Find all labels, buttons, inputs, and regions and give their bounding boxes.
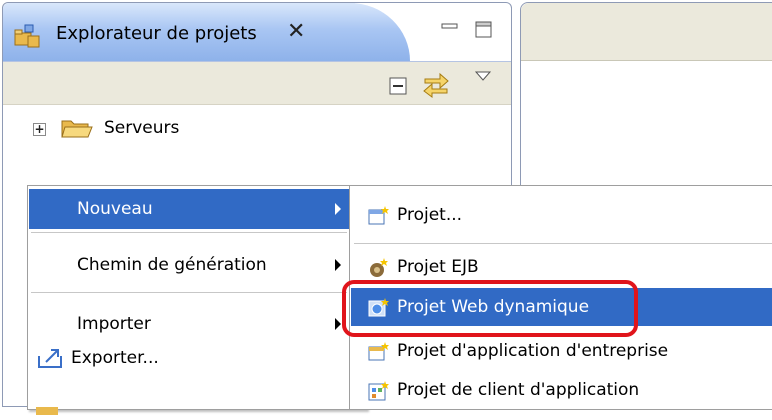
menu-item-label: Chemin de génération — [77, 255, 267, 275]
menu-separator — [31, 232, 347, 233]
next-item-icon — [34, 400, 62, 417]
context-menu: Nouveau Chemin de génération Importer Ex… — [27, 185, 367, 417]
submenu-item-label: Projet de client d'application — [397, 380, 640, 400]
highlight-annotation — [342, 280, 638, 337]
menu-separator — [31, 292, 347, 293]
new-project-icon — [368, 205, 389, 225]
menu-item-exporter[interactable]: Exporter... — [29, 338, 351, 378]
submenu-item-projet-application-entreprise[interactable]: Projet d'application d'entreprise — [351, 332, 772, 370]
project-explorer-icon — [14, 23, 42, 49]
editor-tab-bar — [521, 3, 772, 61]
tab-title: Explorateur de projets — [56, 23, 257, 44]
tree-expand-icon[interactable]: + — [33, 123, 46, 136]
menu-item-label: Nouveau — [77, 199, 153, 219]
close-icon[interactable]: ✕ — [287, 19, 305, 44]
menu-separator — [354, 243, 772, 244]
menu-item-chemin-de-generation[interactable]: Chemin de génération — [29, 245, 351, 285]
ejb-project-icon — [368, 257, 388, 277]
submenu-item-projet[interactable]: Projet... — [351, 196, 772, 234]
maximize-icon[interactable] — [474, 20, 494, 40]
submenu-arrow-icon — [335, 318, 341, 330]
submenu-arrow-icon — [335, 203, 341, 215]
submenu-item-label: Projet... — [397, 205, 463, 225]
folder-icon — [60, 116, 94, 140]
submenu-item-label: Projet d'application d'entreprise — [397, 341, 669, 361]
export-icon — [37, 346, 65, 370]
menu-item-label: Exporter... — [71, 348, 159, 368]
tree-item-serveurs[interactable]: Serveurs — [104, 118, 179, 138]
app-client-icon — [368, 380, 389, 401]
ear-project-icon — [368, 341, 389, 361]
submenu-arrow-icon — [335, 259, 341, 271]
view-menu-icon[interactable] — [474, 68, 492, 82]
link-with-editor-icon[interactable] — [422, 70, 450, 98]
menu-item-label: Importer — [77, 314, 151, 334]
menu-item-nouveau[interactable]: Nouveau — [29, 189, 351, 229]
minimize-icon[interactable] — [440, 20, 460, 34]
submenu-item-label: Projet EJB — [397, 257, 479, 277]
submenu-item-projet-client-application[interactable]: Projet de client d'application — [351, 371, 772, 409]
collapse-all-icon[interactable] — [388, 76, 408, 96]
